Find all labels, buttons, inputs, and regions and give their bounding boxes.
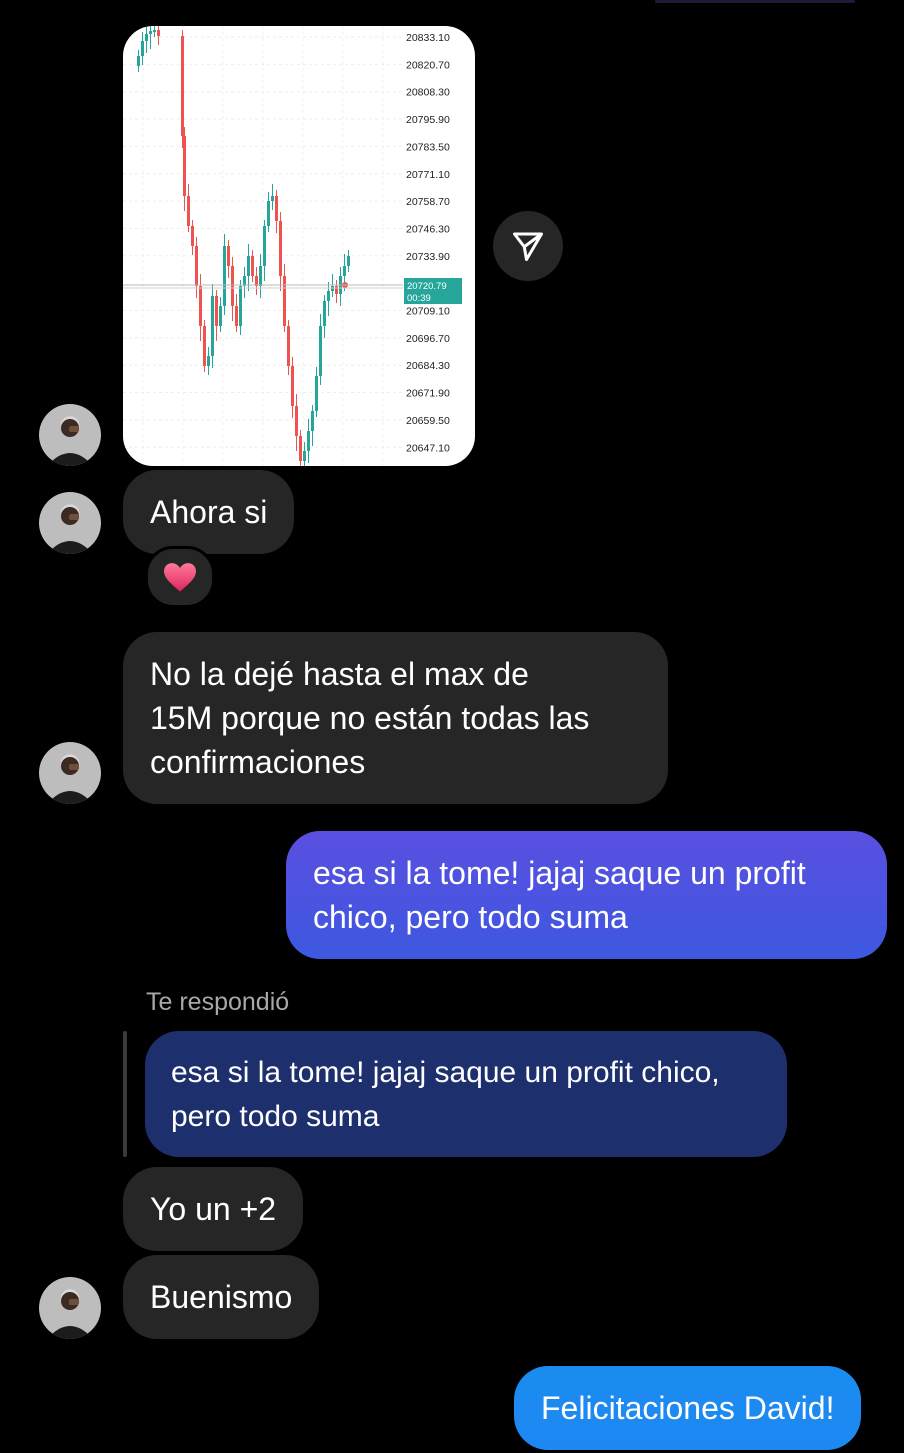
heart-emoji-icon (164, 563, 196, 592)
candle-body (187, 196, 190, 226)
candle-body (295, 406, 298, 436)
candle-body (307, 431, 310, 451)
price-tick-label: 20833.10 (406, 32, 450, 44)
message-text: Yo un +2 (150, 1191, 277, 1227)
candle-body (299, 436, 302, 461)
candle-body (335, 286, 338, 294)
quoted-line: pero todo suma (171, 1100, 380, 1133)
candle-body (191, 226, 194, 246)
countdown-label: 00:39 (407, 293, 431, 304)
candle-body (259, 266, 262, 286)
contact-avatar[interactable] (39, 404, 101, 466)
message-text: Felicitaciones David! (541, 1390, 835, 1426)
candle-body (279, 221, 282, 276)
message-bubble[interactable]: No la dejé hasta el max de 15M porque no… (123, 632, 668, 804)
price-tick-label: 20733.90 (406, 251, 450, 263)
candle-body (247, 256, 250, 276)
candle-body (195, 246, 198, 286)
message-line: 15M porque no están todas las (150, 700, 590, 736)
quoted-message[interactable]: esa si la tome! jajaj saque un profit ch… (145, 1031, 787, 1157)
candle-body (183, 136, 186, 196)
message-reaction[interactable] (145, 546, 215, 608)
candle-body (287, 326, 290, 366)
chart-image-message[interactable]: 20833.10 20820.70 20808.30 20795.90 20783.50… (123, 26, 475, 466)
message-line: confirmaciones (150, 744, 366, 780)
candle-body (231, 266, 234, 306)
candle-body (315, 376, 318, 411)
candle-body (141, 41, 144, 56)
candle-body (283, 276, 286, 326)
outgoing-message-bubble[interactable]: esa si la tome! jajaj saque un profit ch… (286, 831, 887, 959)
message-text: Buenismo (150, 1279, 293, 1315)
candle-body (149, 31, 152, 34)
reply-label: Te respondió (146, 988, 290, 1016)
candle-body (145, 34, 148, 41)
quoted-line: esa si la tome! jajaj saque un profit ch… (171, 1056, 720, 1089)
candle-body (153, 30, 156, 32)
reply-quote-bar (123, 1031, 127, 1157)
contact-avatar[interactable] (39, 742, 101, 804)
candle-body (207, 356, 210, 366)
price-tick-label: 20671.90 (406, 388, 450, 400)
candle-body (319, 326, 322, 376)
price-tick-label: 20771.10 (406, 169, 450, 181)
price-tick-label: 20820.70 (406, 59, 450, 71)
price-tick-label: 20709.10 (406, 306, 450, 318)
top-edge-indicator (655, 0, 855, 3)
candle-body (291, 366, 294, 406)
candle-body (271, 196, 274, 201)
candle-body (157, 30, 160, 36)
price-tick-label: 20746.30 (406, 223, 450, 235)
price-tick-label: 20696.70 (406, 333, 450, 345)
candlestick-chart: 20833.10 20820.70 20808.30 20795.90 20783.50… (123, 26, 462, 466)
price-tick-label: 20758.70 (406, 196, 450, 208)
price-tick-label: 20659.50 (406, 415, 450, 427)
outgoing-message-bubble[interactable]: Felicitaciones David! (514, 1366, 862, 1450)
candle-body (251, 256, 254, 276)
candle-body (211, 296, 214, 356)
price-tick-label: 20783.50 (406, 141, 450, 153)
contact-avatar[interactable] (39, 1277, 101, 1339)
candle-body (311, 411, 314, 431)
price-axis: 20833.10 20820.70 20808.30 20795.90 20783.50… (406, 32, 450, 454)
paper-plane-icon (513, 232, 543, 261)
candle-body (323, 301, 326, 326)
price-tick-label: 20795.90 (406, 114, 450, 126)
candle-body (199, 286, 202, 326)
price-tick-label: 20808.30 (406, 87, 450, 99)
current-price-label: 20720.79 (407, 281, 447, 292)
contact-avatar[interactable] (39, 492, 101, 554)
candle-body (227, 246, 230, 266)
share-button[interactable] (493, 211, 563, 281)
message-line: esa si la tome! jajaj saque un profit (313, 855, 806, 891)
candle-body (181, 36, 184, 136)
candle-body (219, 306, 222, 326)
candle-body (235, 306, 238, 326)
message-line: chico, pero todo suma (313, 899, 628, 935)
candle-body (137, 56, 140, 66)
candle-body (347, 256, 350, 266)
candle-body (239, 286, 242, 326)
candle-body (267, 201, 270, 226)
price-tick-label: 20684.30 (406, 360, 450, 372)
message-line: No la dejé hasta el max de (150, 656, 529, 692)
price-tick-label: 20647.10 (406, 442, 450, 454)
message-text: Ahora si (150, 494, 268, 530)
candle-body (203, 326, 206, 366)
message-bubble[interactable]: Yo un +2 (123, 1167, 304, 1251)
candle-body (275, 196, 278, 221)
candle-body (215, 296, 218, 326)
message-bubble[interactable]: Buenismo (123, 1255, 320, 1339)
candle-body (223, 246, 226, 306)
candle-body (327, 291, 330, 301)
message-bubble[interactable]: Ahora si (123, 470, 295, 554)
candle-body (303, 451, 306, 461)
candle-body (343, 266, 346, 276)
candle-body (263, 226, 266, 266)
